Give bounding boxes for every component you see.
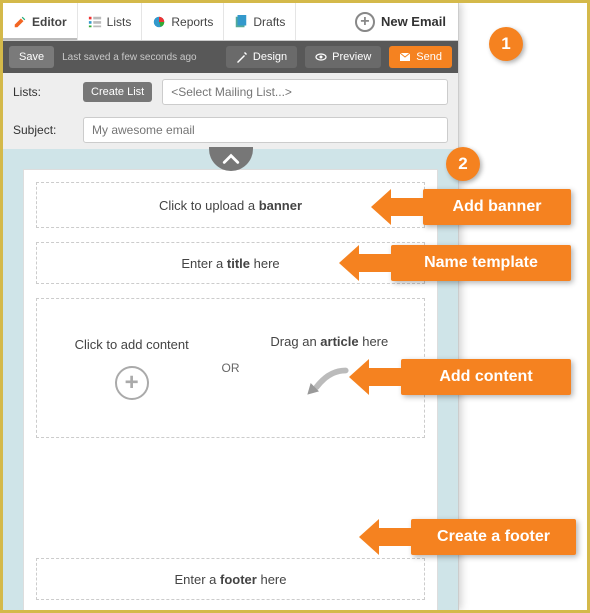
list-icon bbox=[88, 15, 102, 29]
drafts-icon bbox=[234, 15, 248, 29]
annotation-badge-1: 1 bbox=[489, 27, 523, 61]
drag-article-text: Drag an article here bbox=[270, 334, 388, 349]
tab-label: Lists bbox=[107, 15, 132, 29]
collapse-toggle[interactable] bbox=[209, 147, 253, 171]
banner-slot[interactable]: Click to upload a banner bbox=[36, 182, 425, 228]
subject-label: Subject: bbox=[13, 123, 73, 137]
plus-circle-icon: + bbox=[355, 12, 375, 32]
action-bar: Save Last saved a few seconds ago Design… bbox=[3, 41, 458, 73]
chevron-up-icon bbox=[222, 153, 240, 165]
arrow-left-icon bbox=[339, 245, 391, 281]
save-button[interactable]: Save bbox=[9, 46, 54, 68]
callout-name-template: Name template bbox=[391, 245, 571, 281]
send-button[interactable]: Send bbox=[389, 46, 452, 68]
top-tabs: Editor Lists Reports Drafts bbox=[3, 3, 458, 41]
add-content-column: Click to add content + bbox=[48, 337, 215, 400]
subject-input[interactable] bbox=[83, 117, 448, 143]
callout-add-banner: Add banner bbox=[423, 189, 571, 225]
envelope-icon bbox=[399, 51, 411, 63]
footer-slot-text: Enter a footer here bbox=[174, 572, 286, 587]
subject-row: Subject: bbox=[3, 111, 458, 149]
create-list-button[interactable]: Create List bbox=[83, 82, 152, 102]
footer-slot[interactable]: Enter a footer here bbox=[36, 558, 425, 600]
lists-row: Lists: Create List bbox=[3, 73, 458, 111]
eye-icon bbox=[315, 51, 327, 63]
annotation-badge-2: 2 bbox=[446, 147, 480, 181]
arrow-left-icon bbox=[359, 519, 411, 555]
new-email-button[interactable]: + New Email bbox=[343, 3, 458, 40]
tab-label: Drafts bbox=[253, 15, 285, 29]
new-email-label: New Email bbox=[381, 14, 446, 29]
preview-button[interactable]: Preview bbox=[305, 46, 381, 68]
tab-label: Reports bbox=[171, 15, 213, 29]
lists-label: Lists: bbox=[13, 85, 73, 99]
or-divider: OR bbox=[222, 361, 240, 375]
add-content-plus-icon[interactable]: + bbox=[115, 366, 149, 400]
tab-drafts[interactable]: Drafts bbox=[224, 3, 296, 40]
callout-create-footer: Create a footer bbox=[411, 519, 576, 555]
tab-reports[interactable]: Reports bbox=[142, 3, 224, 40]
wand-icon bbox=[236, 51, 248, 63]
design-button[interactable]: Design bbox=[226, 46, 297, 68]
pencil-icon bbox=[13, 15, 27, 29]
title-slot-text: Enter a title here bbox=[181, 256, 279, 271]
tab-editor[interactable]: Editor bbox=[3, 3, 78, 40]
piechart-icon bbox=[152, 15, 166, 29]
arrow-left-icon bbox=[371, 189, 423, 225]
swoosh-arrow-icon bbox=[304, 363, 354, 403]
add-content-text: Click to add content bbox=[75, 337, 189, 352]
banner-slot-text: Click to upload a banner bbox=[159, 198, 302, 213]
last-saved-status: Last saved a few seconds ago bbox=[62, 52, 218, 63]
annotated-screenshot: Editor Lists Reports Drafts bbox=[0, 0, 590, 613]
tab-lists[interactable]: Lists bbox=[78, 3, 143, 40]
arrow-left-icon bbox=[349, 359, 401, 395]
callout-add-content: Add content bbox=[401, 359, 571, 395]
tab-label: Editor bbox=[32, 15, 67, 29]
mailing-list-select[interactable] bbox=[162, 79, 448, 105]
